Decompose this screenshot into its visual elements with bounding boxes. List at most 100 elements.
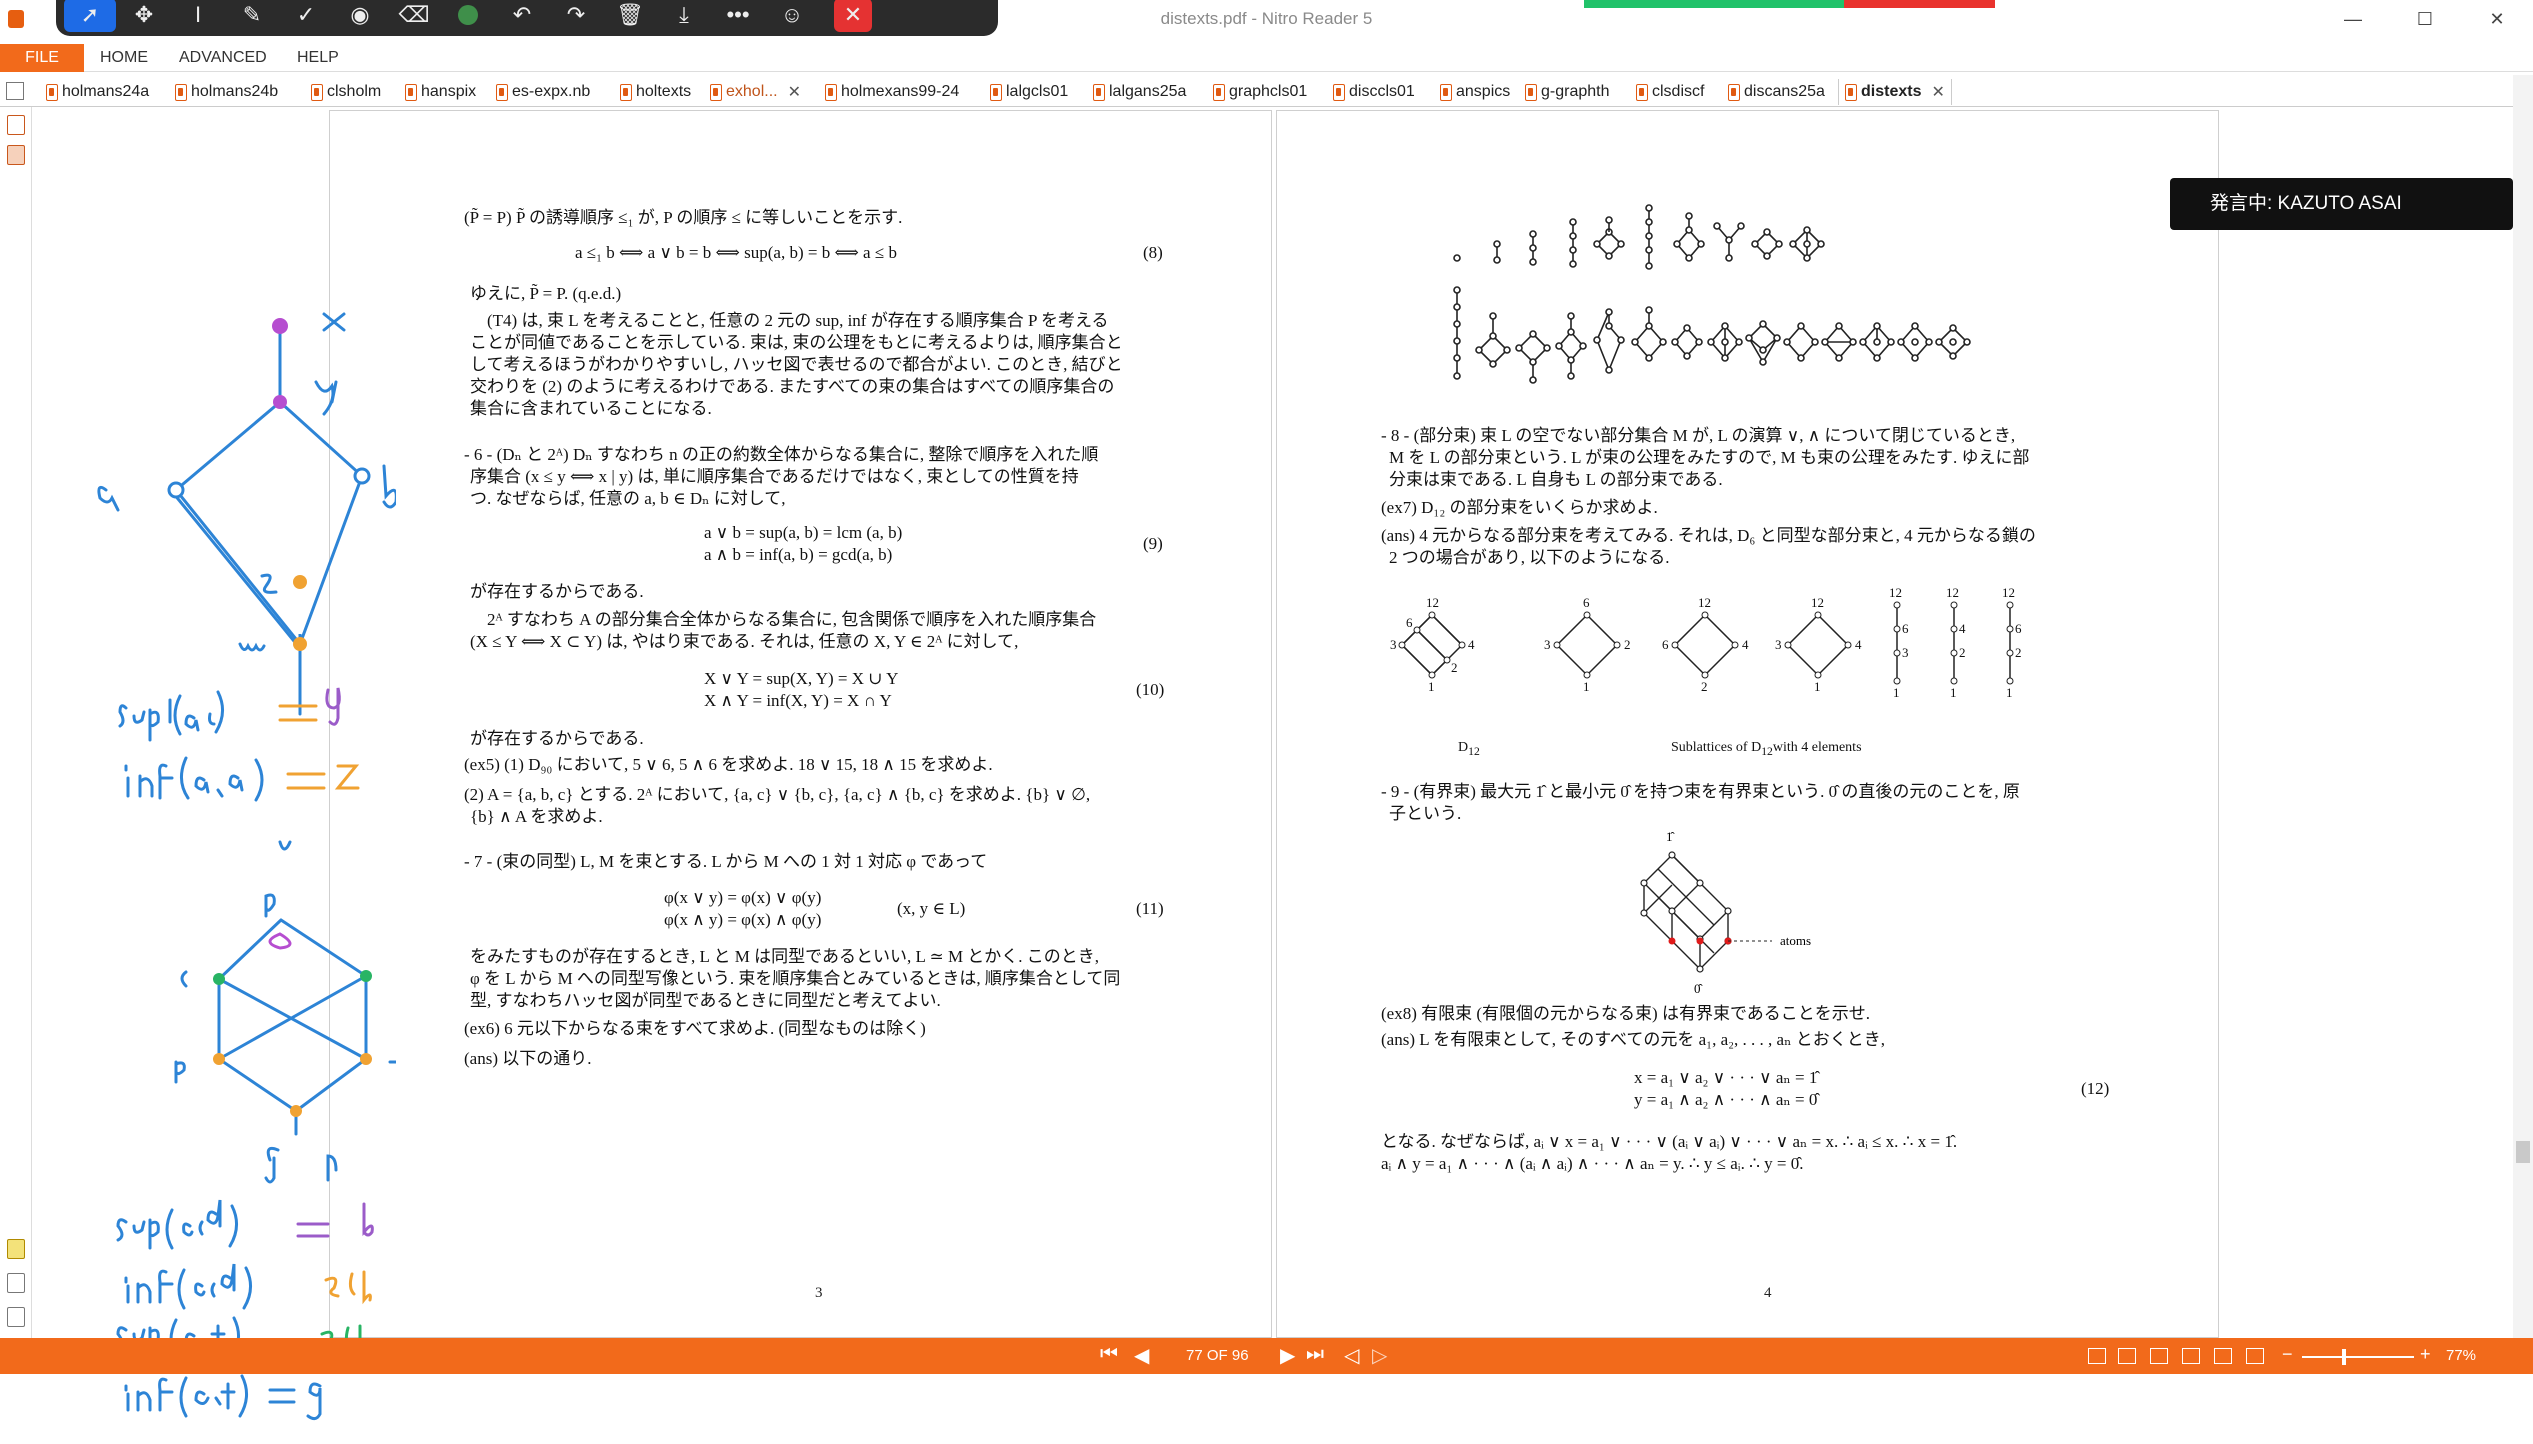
node-label: 3 [1544,637,1551,652]
continuous-view-icon[interactable] [2118,1348,2136,1364]
pdf-icon [990,83,1002,101]
text-line: φ を L から M への同型写像という. 束を順序集合とみているときは, 順序… [470,969,1121,988]
node-label: 12 [1811,595,1824,610]
next-page-icon[interactable]: ▶ [1280,1343,1295,1368]
back-view-icon[interactable]: ◁ [1344,1343,1359,1368]
undo-icon[interactable]: ↶ [496,0,548,32]
check-icon[interactable]: ✓ [280,0,332,32]
equation-10a: X ∨ Y = sup(X, Y) = X ∪ Y [704,669,899,688]
tab-holmans24b[interactable]: holmans24b [175,79,278,105]
pages-icon[interactable] [7,1307,25,1327]
text-line: (ans) 以下の通り. [464,1049,592,1068]
trash-icon[interactable]: 🗑 [604,0,656,32]
tab-distexts[interactable]: distexts ✕ [1838,79,1952,105]
page-number: 3 [815,1285,823,1301]
scrollbar-thumb[interactable] [2516,1141,2530,1163]
tab-holtexts[interactable]: holtexts [620,79,691,105]
menu-advanced[interactable]: ADVANCED [179,49,267,67]
facing-continuous-view-icon[interactable] [2182,1348,2200,1364]
tab-g-graphth[interactable]: g-graphth [1525,79,1610,105]
person-icon[interactable]: ☺ [766,0,818,32]
tab-clsdiscf[interactable]: clsdiscf [1636,79,1704,105]
tab-list-icon[interactable] [6,82,24,100]
top-element-label: 1̂ [1666,829,1676,844]
zoom-out-button[interactable]: − [2282,1344,2293,1365]
tab-exhol[interactable]: exhol... ✕ [710,79,801,105]
tab-lalgcls01[interactable]: lalgcls01 [990,79,1068,105]
tab-graphcls01[interactable]: graphcls01 [1213,79,1307,105]
node-label: 2 [1624,637,1631,652]
tab-holmexans99-24[interactable]: holmexans99-24 [825,79,959,105]
tab-es-expx[interactable]: es-expx.nb [496,79,590,105]
tab-anspics[interactable]: anspics [1440,79,1510,105]
zoom-slider[interactable] [2302,1349,2414,1365]
tab-lalgans25a[interactable]: lalgans25a [1093,79,1186,105]
move-icon[interactable]: ✥ [118,0,170,32]
tab-holmans24a[interactable]: holmans24a [46,79,149,105]
select-arrow-icon[interactable]: ➚ [64,0,116,32]
tab-discans25a[interactable]: discans25a [1728,79,1825,105]
text-cursor-icon[interactable]: I [172,0,224,32]
comment-icon[interactable] [7,1239,25,1259]
text-line: 型, すなわちハッセ図が同型であるときに同型だと考えてよい. [470,991,941,1010]
node-label: 2 [1959,645,1966,660]
document-viewport[interactable]: (P̃ = P) P̃ の誘導順序 ≤₁ が, P の順序 ≤ に等しいことを示… [33,107,2513,1421]
vertical-scrollbar[interactable] [2513,75,2533,1338]
zoom-slider-knob[interactable] [2342,1349,2346,1365]
node-label: 12 [1889,585,1902,600]
color-dot-icon[interactable] [442,0,494,32]
text-line: (ex8) 有限束 (有限個の元からなる束) は有界束であることを示せ. [1381,1004,1871,1023]
more-icon[interactable]: ••• [712,0,764,32]
close-tab-icon[interactable]: ✕ [1931,82,1944,102]
tab-hanspix[interactable]: hanspix [405,79,476,105]
text-line: 交わりを (2) のように考えるわけである. またすべての束の集合はすべての順序… [470,377,1115,396]
single-page-view-icon[interactable] [2088,1348,2106,1364]
facing-view-icon[interactable] [2150,1348,2168,1364]
fit-page-icon[interactable] [2246,1348,2264,1364]
node-label: 1 [1950,685,1957,700]
node-label: 4 [1959,621,1966,636]
last-page-icon[interactable]: ⏭ [1306,1343,1324,1366]
text-line: ゆえに, P̃ = P. (q.e.d.) [470,284,622,303]
node-label: 12 [2002,585,2015,600]
previous-page-icon[interactable]: ◀ [1134,1343,1149,1368]
pdf-icon [1636,83,1648,101]
menu-home[interactable]: HOME [100,49,148,67]
tab-clsholm[interactable]: clsholm [311,79,381,105]
fit-width-icon[interactable] [2214,1348,2232,1364]
attachment-icon[interactable] [7,1273,25,1293]
bookmark-icon[interactable] [7,145,25,165]
close-tab-icon[interactable]: ✕ [788,82,801,102]
signature-icon[interactable] [7,115,25,135]
close-window-button[interactable]: ✕ [2461,0,2533,38]
pdf-icon [405,83,417,101]
close-icon[interactable]: ✕ [834,0,872,32]
equation-11a: φ(x ∨ y) = φ(x) ∨ φ(y) [664,888,822,907]
minimize-button[interactable]: — [2317,0,2389,38]
node-label: 1 [1893,685,1900,700]
download-icon[interactable]: ⤓ [658,0,710,32]
pdf-icon [496,83,508,101]
first-page-icon[interactable]: ⏮ [1100,1343,1118,1366]
text-line: (ex7) D₁₂ の部分束をいくらか求めよ. [1381,498,1658,517]
pen-icon[interactable]: ✎ [226,0,278,32]
text-line: となる. なぜならば, aᵢ ∨ x = a₁ ∨ · · · ∨ (aᵢ ∨ … [1381,1132,1958,1151]
file-menu[interactable]: FILE [0,44,84,72]
node-label: 6 [1662,637,1669,652]
node-label: 4 [1742,637,1749,652]
node-label: 2 [1701,679,1708,694]
equation-12a: x = a₁ ∨ a₂ ∨ · · · ∨ aₙ = 1̂ [1634,1068,1818,1087]
redo-icon[interactable]: ↷ [550,0,602,32]
node-label: 6 [2015,621,2022,636]
zoom-level[interactable]: 77% [2446,1347,2476,1364]
tab-disccls01[interactable]: disccls01 [1333,79,1415,105]
zoom-in-button[interactable]: + [2420,1344,2431,1365]
highlighter-icon[interactable]: ◉ [334,0,386,32]
forward-view-icon[interactable]: ▷ [1372,1343,1387,1368]
text-line: 分束は束である. L 自身も L の部分束である. [1389,470,1723,489]
page-indicator[interactable]: 77 OF 96 [1186,1347,1249,1364]
maximize-button[interactable]: ☐ [2389,0,2461,38]
menu-help[interactable]: HELP [297,49,339,67]
node-label: 12 [1946,585,1959,600]
eraser-icon[interactable]: ⌫ [388,0,440,32]
